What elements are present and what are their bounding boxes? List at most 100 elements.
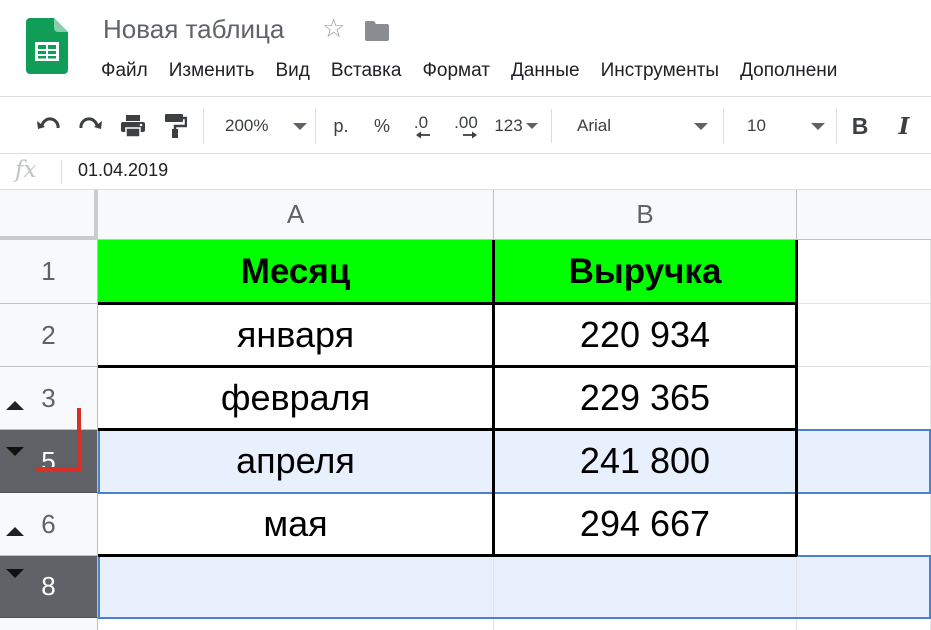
menu-edit[interactable]: Изменить xyxy=(169,60,255,82)
app-header: Новая таблица ☆ Файл Изменить Вид Вставк… xyxy=(0,0,931,96)
star-icon[interactable]: ☆ xyxy=(322,15,345,41)
undo-icon xyxy=(37,117,60,129)
cell-c6[interactable] xyxy=(797,493,931,556)
row-header[interactable] xyxy=(0,618,98,630)
menu-format[interactable]: Формат xyxy=(422,60,490,82)
spreadsheet-grid: A B 1 Месяц Выручка 2 января 220 934 3 ф… xyxy=(0,190,931,630)
select-all-corner[interactable] xyxy=(0,190,98,240)
redo-button[interactable] xyxy=(75,97,107,155)
fx-icon: fx xyxy=(15,157,37,183)
folder-icon[interactable] xyxy=(364,20,390,42)
cell-a3[interactable]: февраля xyxy=(98,367,494,430)
column-header-a[interactable]: A xyxy=(98,190,494,240)
print-button[interactable] xyxy=(117,97,149,155)
row-header[interactable]: 6 xyxy=(0,493,98,556)
menu-tools[interactable]: Инструменты xyxy=(601,60,719,82)
chevron-down-icon xyxy=(694,122,709,130)
column-header-c[interactable] xyxy=(797,190,931,240)
print-icon xyxy=(121,115,145,138)
toolbar: 200% р. % .0 .00 123 Arial 10 B I xyxy=(0,96,931,154)
formula-separator xyxy=(61,160,62,184)
zoom-value: 200% xyxy=(225,116,269,135)
toolbar-separator xyxy=(203,109,204,143)
cell-a1[interactable]: Месяц xyxy=(98,240,494,304)
cell-c3[interactable] xyxy=(797,367,931,430)
percent-format-button[interactable]: % xyxy=(367,97,397,155)
arrow-right-icon xyxy=(463,131,477,138)
formula-bar: fx 01.04.2019 xyxy=(0,154,931,190)
italic-button[interactable]: I xyxy=(890,97,918,155)
paint-format-button[interactable] xyxy=(160,97,190,155)
menu-addons[interactable]: Дополнени xyxy=(740,60,837,82)
cell-b2[interactable]: 220 934 xyxy=(494,304,797,367)
menu-insert[interactable]: Вставка xyxy=(331,60,402,82)
row-header[interactable]: 1 xyxy=(0,240,98,304)
cell-c9[interactable] xyxy=(797,618,931,630)
font-size-select[interactable]: 10 xyxy=(733,97,829,155)
google-sheets-logo[interactable] xyxy=(26,18,68,74)
currency-label: р. xyxy=(333,115,349,136)
font-size-value: 10 xyxy=(747,116,766,135)
cell-b6[interactable]: 294 667 xyxy=(494,493,797,556)
cell-a2[interactable]: января xyxy=(98,304,494,367)
table-border xyxy=(98,428,797,431)
row-header[interactable]: 3 xyxy=(0,367,98,430)
menu-bar: Файл Изменить Вид Вставка Формат Данные … xyxy=(101,60,858,82)
chevron-down-icon xyxy=(525,123,538,129)
row-header[interactable]: 2 xyxy=(0,304,98,367)
cell-c1[interactable] xyxy=(797,240,931,304)
toolbar-separator xyxy=(836,109,837,143)
increase-decimal-button[interactable]: .00 xyxy=(448,97,484,155)
row-header[interactable]: 8 xyxy=(0,556,98,618)
row-number: 2 xyxy=(41,319,56,350)
bold-button[interactable]: B xyxy=(846,97,874,155)
menu-file[interactable]: Файл xyxy=(101,60,148,82)
cell-b8[interactable] xyxy=(494,556,797,618)
percent-label: % xyxy=(373,115,390,136)
decrease-decimal-label: .0 xyxy=(413,112,429,132)
cell-c8[interactable] xyxy=(797,556,931,618)
cell-c2[interactable] xyxy=(797,304,931,367)
cell-b9[interactable] xyxy=(494,618,797,630)
menu-data[interactable]: Данные xyxy=(511,60,580,82)
currency-format-button[interactable]: р. xyxy=(325,97,357,155)
cell-c5[interactable] xyxy=(797,430,931,493)
toolbar-separator xyxy=(551,109,552,143)
formula-input[interactable]: 01.04.2019 xyxy=(78,160,168,181)
zoom-select[interactable]: 200% xyxy=(214,97,308,155)
row-number: 3 xyxy=(41,382,56,413)
chevron-down-icon xyxy=(810,122,825,130)
increase-decimal-label: .00 xyxy=(454,112,478,132)
row-header[interactable]: 5 xyxy=(0,430,98,493)
document-title[interactable]: Новая таблица xyxy=(103,14,284,45)
table-border xyxy=(98,365,797,368)
paint-format-icon xyxy=(165,114,187,138)
row-number: 1 xyxy=(41,256,56,286)
menu-view[interactable]: Вид xyxy=(275,60,309,82)
toolbar-separator xyxy=(315,109,316,143)
undo-button[interactable] xyxy=(32,97,64,155)
table-border xyxy=(492,240,495,556)
cell-b3[interactable]: 229 365 xyxy=(494,367,797,430)
column-header-b[interactable]: B xyxy=(494,190,797,240)
bold-icon: B xyxy=(851,112,869,139)
cell-a8[interactable] xyxy=(98,556,494,618)
cell-b5[interactable]: 241 800 xyxy=(494,430,797,493)
cell-a9[interactable] xyxy=(98,618,494,630)
table-border xyxy=(98,554,797,557)
table-border xyxy=(98,302,797,305)
cell-b1[interactable]: Выручка xyxy=(494,240,797,304)
row-number: 5 xyxy=(41,445,56,476)
table-border xyxy=(795,240,798,556)
cell-a5[interactable]: апреля xyxy=(98,430,494,493)
italic-icon: I xyxy=(898,112,910,140)
font-family-select[interactable]: Arial xyxy=(565,97,715,155)
row-number: 8 xyxy=(41,571,56,601)
cell-a6[interactable]: мая xyxy=(98,493,494,556)
font-family-value: Arial xyxy=(577,116,612,135)
toolbar-separator xyxy=(723,109,724,143)
arrow-left-icon xyxy=(416,131,430,138)
decrease-decimal-button[interactable]: .0 xyxy=(405,97,437,155)
annotation-mark xyxy=(77,408,81,471)
number-format-select[interactable]: 123 xyxy=(490,97,542,155)
